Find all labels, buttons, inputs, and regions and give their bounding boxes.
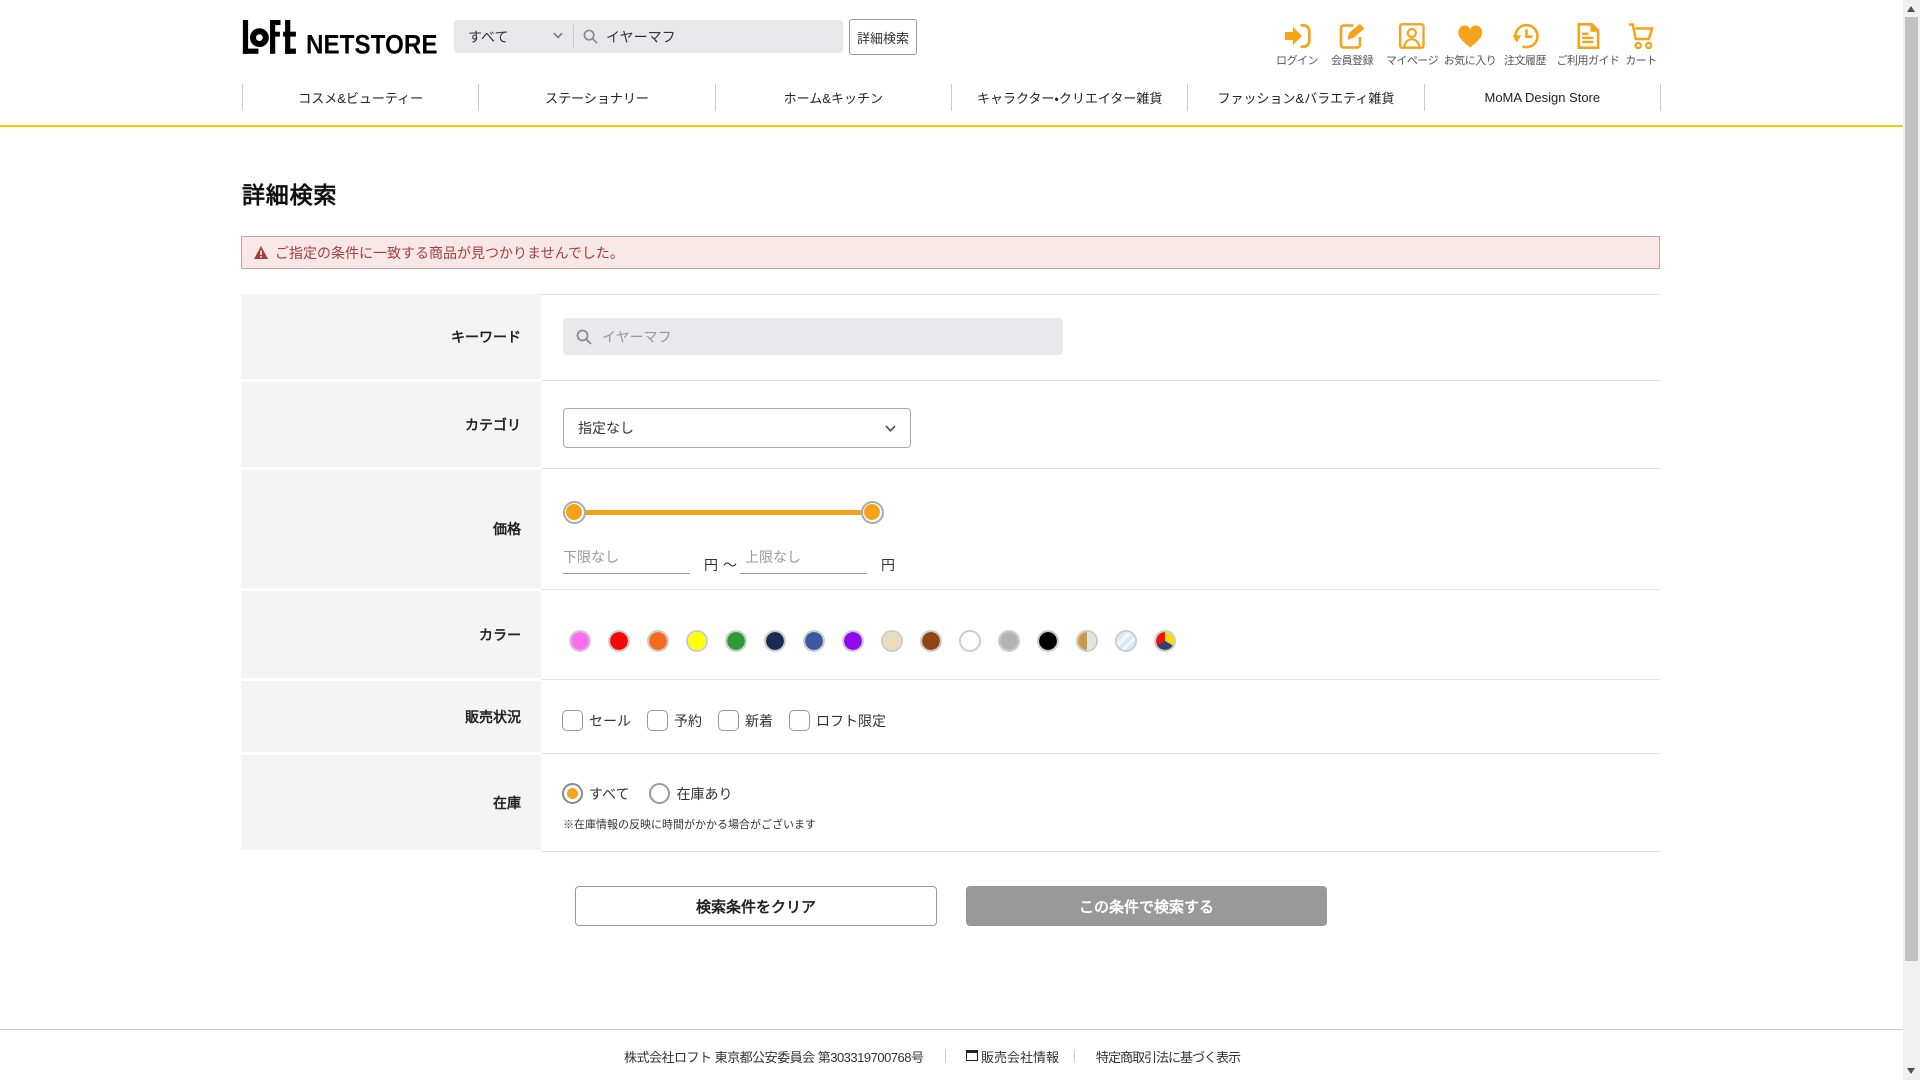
svg-text:NETSTORE: NETSTORE [306,30,438,55]
